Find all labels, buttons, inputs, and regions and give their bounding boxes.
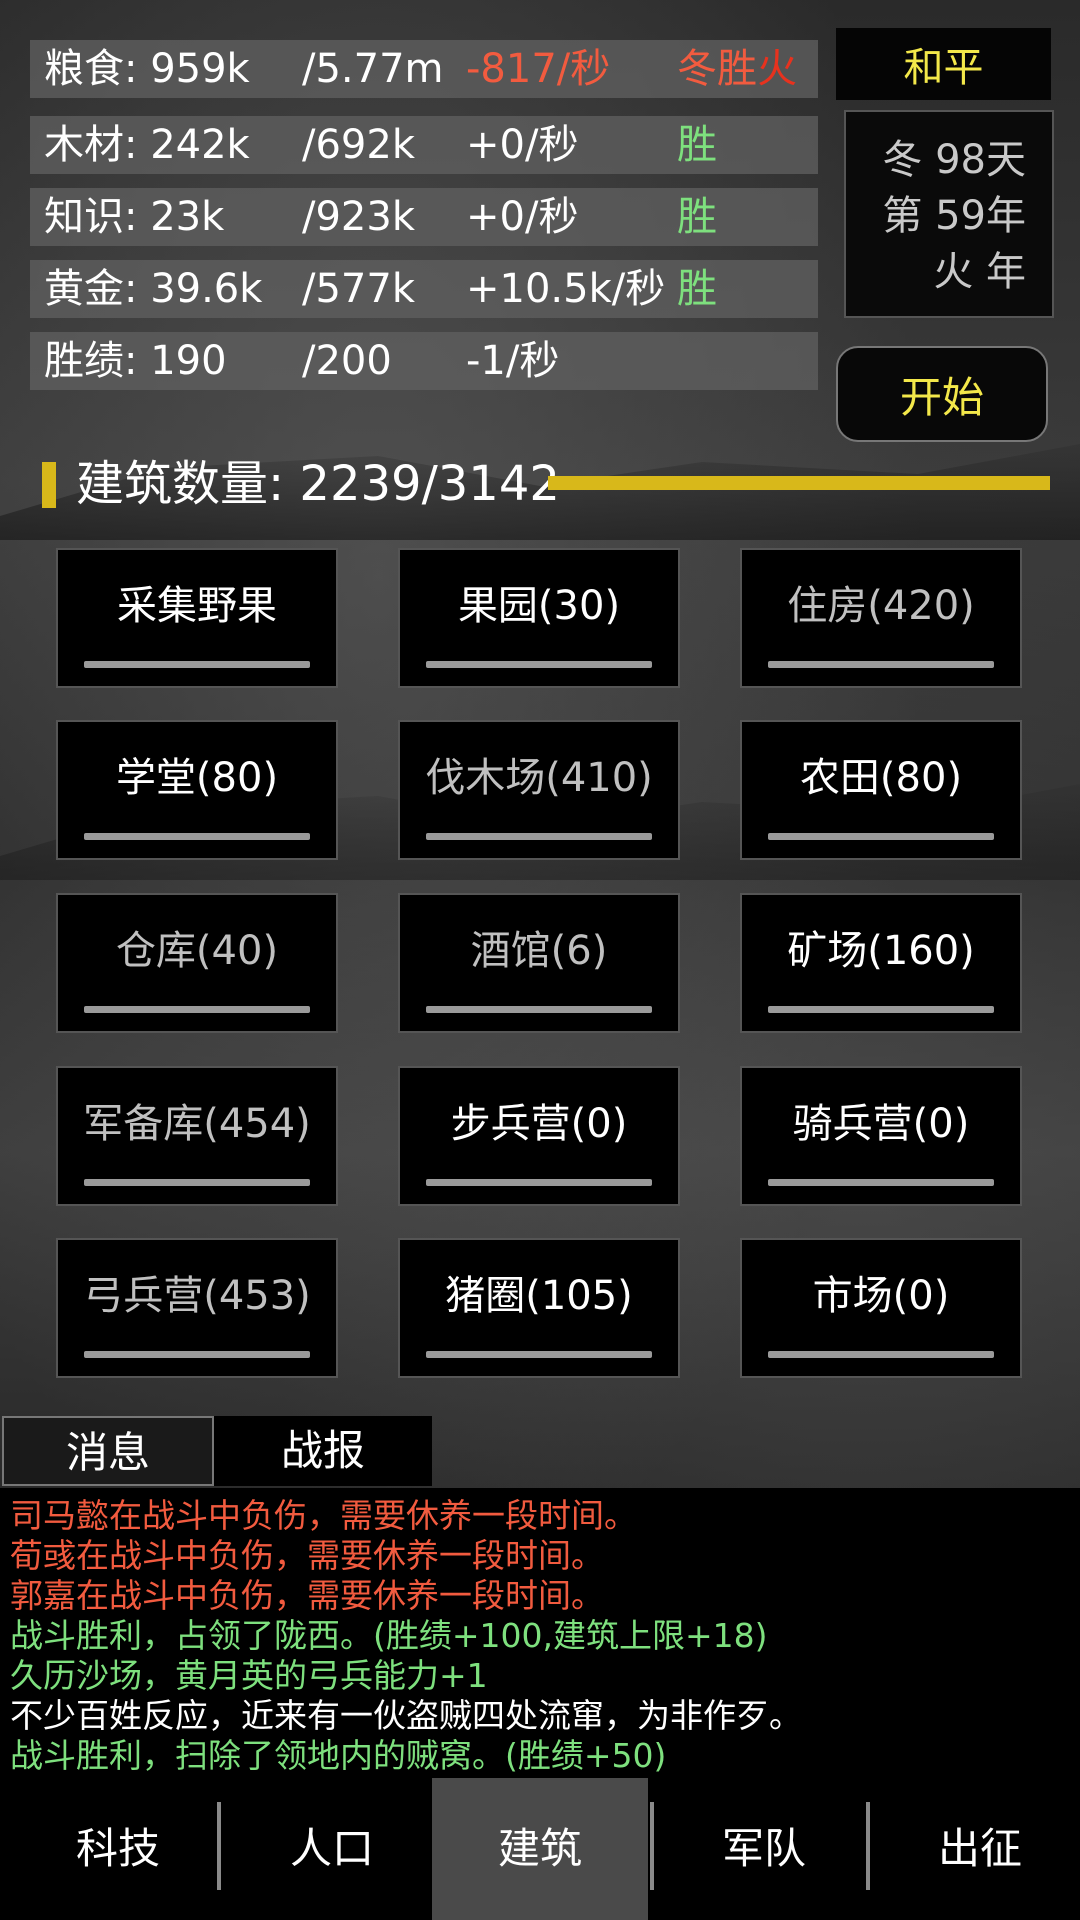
building-progress-bar	[768, 833, 994, 840]
log-line: 司马懿在战斗中负伤，需要休养一段时间。	[10, 1496, 637, 1535]
tab-battle-report[interactable]: 战报	[214, 1416, 432, 1486]
start-button[interactable]: 开始	[836, 346, 1048, 442]
building-label: 猪圈(105)	[445, 1273, 633, 1319]
building-button[interactable]: 弓兵营(453)	[56, 1238, 338, 1378]
resource-row-food: 粮食: 959k /5.77m -817/秒 冬胜火	[30, 40, 818, 98]
building-label: 果园(30)	[457, 583, 621, 629]
building-label: 酒馆(6)	[470, 928, 608, 974]
building-progress-bar	[768, 1179, 994, 1186]
building-progress-bar	[426, 1179, 652, 1186]
building-progress-bar	[768, 1351, 994, 1358]
resource-row-wood: 木材: 242k /692k +0/秒 胜	[30, 116, 818, 174]
resource-capacity: /5.77m	[302, 46, 444, 92]
building-button[interactable]: 酒馆(6)	[398, 893, 680, 1033]
nav-buildings[interactable]: 建筑	[432, 1778, 648, 1920]
resource-amount: 知识: 23k	[44, 194, 225, 240]
building-button[interactable]: 农田(80)	[740, 720, 1022, 860]
resource-rate: -817/秒	[466, 46, 611, 92]
building-label: 市场(0)	[812, 1273, 950, 1319]
building-progress-bar	[768, 661, 994, 668]
building-button[interactable]: 果园(30)	[398, 548, 680, 688]
building-label: 军备库(454)	[83, 1101, 311, 1147]
nav-separator	[650, 1802, 654, 1890]
building-label: 仓库(40)	[115, 928, 279, 974]
nav-population[interactable]: 人口	[224, 1778, 440, 1920]
resource-capacity: /200	[302, 338, 392, 384]
building-button[interactable]: 仓库(40)	[56, 893, 338, 1033]
nav-separator	[866, 1802, 870, 1890]
message-log: 司马懿在战斗中负伤，需要休养一段时间。 荀彧在战斗中负伤，需要休养一段时间。 郭…	[0, 1488, 1080, 1778]
resource-rate: +0/秒	[466, 122, 579, 168]
resource-amount: 木材: 242k	[44, 122, 250, 168]
bottom-nav: 科技 人口 建筑 军队 出征	[0, 1778, 1080, 1920]
resource-rate: +10.5k/秒	[466, 266, 666, 312]
year-number: 第 59年	[882, 193, 1026, 239]
log-line: 战斗胜利，占领了陇西。(胜绩+100,建筑上限+18)	[10, 1616, 768, 1655]
tab-messages[interactable]: 消息	[2, 1416, 214, 1486]
building-progress-bar	[84, 1351, 310, 1358]
building-label: 伐木场(410)	[425, 755, 653, 801]
building-label: 采集野果	[117, 583, 277, 629]
resource-row-victories: 胜绩: 190 /200 -1/秒	[30, 332, 818, 390]
resource-tag: 胜	[677, 194, 717, 240]
building-progress-bar	[426, 1006, 652, 1013]
building-button[interactable]: 市场(0)	[740, 1238, 1022, 1378]
season-day: 冬 98天	[882, 137, 1026, 183]
nav-separator	[217, 1802, 221, 1890]
building-progress-bar	[84, 833, 310, 840]
building-button[interactable]: 骑兵营(0)	[740, 1066, 1022, 1206]
resource-row-gold: 黄金: 39.6k /577k +10.5k/秒 胜	[30, 260, 818, 318]
log-line: 荀彧在战斗中负伤，需要休养一段时间。	[10, 1536, 604, 1575]
building-button[interactable]: 住房(420)	[740, 548, 1022, 688]
log-line: 不少百姓反应，近来有一伙盗贼四处流窜，为非作歹。	[10, 1696, 802, 1735]
resource-tag: 冬胜火	[677, 46, 797, 92]
building-progress-bar	[426, 661, 652, 668]
log-line: 战斗胜利，扫除了领地内的贼窝。(胜绩+50)	[10, 1736, 667, 1775]
building-button[interactable]: 猪圈(105)	[398, 1238, 680, 1378]
building-progress-bar	[84, 661, 310, 668]
building-button[interactable]: 步兵营(0)	[398, 1066, 680, 1206]
building-button[interactable]: 军备库(454)	[56, 1066, 338, 1206]
building-progress-bar	[426, 1351, 652, 1358]
peace-status-badge: 和平	[836, 28, 1051, 100]
building-button[interactable]: 矿场(160)	[740, 893, 1022, 1033]
building-button[interactable]: 伐木场(410)	[398, 720, 680, 860]
building-label: 住房(420)	[787, 583, 975, 629]
building-button[interactable]: 学堂(80)	[56, 720, 338, 860]
calendar-panel: 冬 98天 第 59年 火 年	[844, 110, 1054, 318]
resource-capacity: /692k	[302, 122, 415, 168]
building-button[interactable]: 采集野果	[56, 548, 338, 688]
resource-row-knowledge: 知识: 23k /923k +0/秒 胜	[30, 188, 818, 246]
building-progress-bar	[768, 1006, 994, 1013]
nav-army[interactable]: 军队	[656, 1778, 872, 1920]
building-progress-bar	[426, 833, 652, 840]
resource-amount: 粮食: 959k	[44, 46, 250, 92]
resource-rate: +0/秒	[466, 194, 579, 240]
building-count-title: 建筑数量: 2239/3142	[76, 456, 560, 512]
resource-rate: -1/秒	[466, 338, 560, 384]
building-label: 农田(80)	[799, 755, 963, 801]
building-label: 矿场(160)	[787, 928, 975, 974]
resource-capacity: /577k	[302, 266, 415, 312]
section-marker	[42, 462, 56, 508]
building-label: 步兵营(0)	[450, 1101, 628, 1147]
resource-tag: 胜	[677, 122, 717, 168]
nav-expedition[interactable]: 出征	[872, 1778, 1080, 1920]
resource-tag: 胜	[677, 266, 717, 312]
section-divider	[548, 476, 1050, 490]
building-label: 弓兵营(453)	[83, 1273, 311, 1319]
element-year: 火 年	[933, 249, 1026, 295]
log-line: 久历沙场，黄月英的弓兵能力+1	[10, 1656, 488, 1695]
building-label: 骑兵营(0)	[792, 1101, 970, 1147]
resource-amount: 黄金: 39.6k	[44, 266, 263, 312]
log-line: 郭嘉在战斗中负伤，需要休养一段时间。	[10, 1576, 604, 1615]
resource-amount: 胜绩: 190	[44, 338, 227, 384]
building-progress-bar	[84, 1006, 310, 1013]
building-label: 学堂(80)	[115, 755, 279, 801]
resource-capacity: /923k	[302, 194, 415, 240]
building-progress-bar	[84, 1179, 310, 1186]
nav-tech[interactable]: 科技	[10, 1778, 226, 1920]
